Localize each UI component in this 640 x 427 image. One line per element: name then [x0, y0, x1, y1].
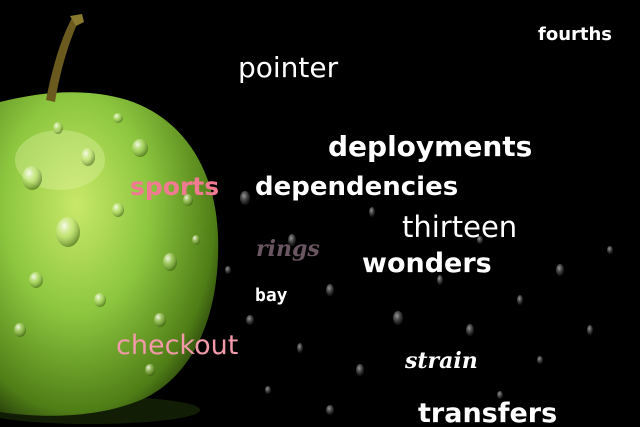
word-checkout: checkout	[116, 330, 239, 361]
photo-scene: fourths pointer deployments sports depen…	[0, 0, 640, 427]
word-sports: sports	[130, 172, 220, 201]
word-bay: bay	[255, 285, 288, 306]
word-pointer: pointer	[238, 51, 339, 84]
word-strain: strain	[405, 348, 478, 374]
word-thirteen: thirteen	[402, 210, 518, 244]
word-wonders: wonders	[362, 248, 492, 279]
word-transfers: transfers	[418, 398, 558, 427]
word-dependencies: dependencies	[255, 172, 459, 202]
word-rings: rings	[256, 236, 320, 262]
word-fourths: fourths	[538, 24, 613, 45]
word-deployments: deployments	[328, 130, 533, 163]
